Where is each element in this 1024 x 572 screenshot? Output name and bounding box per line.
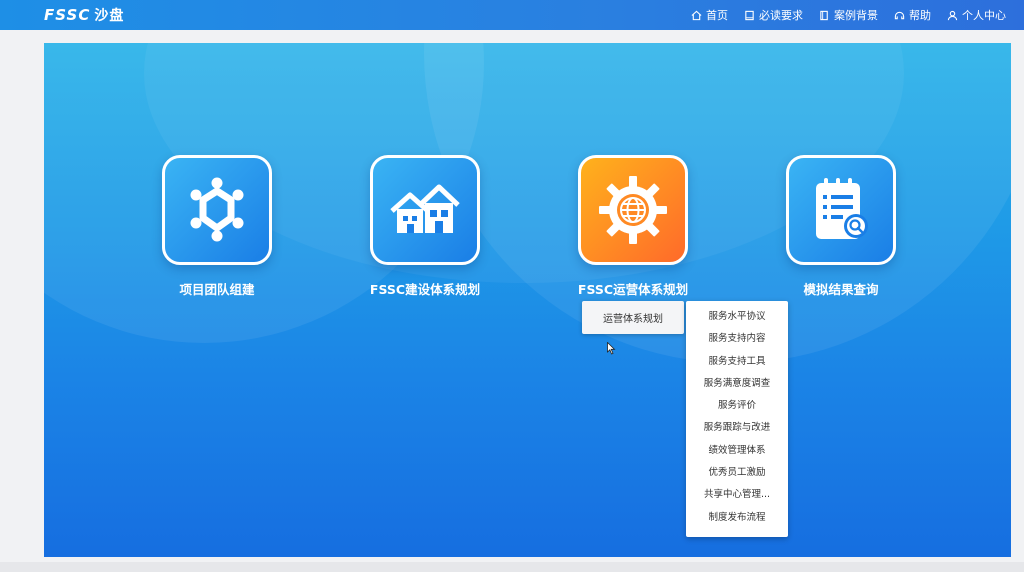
main-stage: 项目团队组建 FSSC建设体系规划 FSSC运营体系规划 模拟结果查询 运营体系… [44,43,1011,557]
menu-item-service-support-content[interactable]: 服务支持内容 [686,328,788,350]
bottom-bar [0,562,1024,572]
nav-help-label: 帮助 [909,9,931,22]
main-nav: 首页 必读要求 案例背景 帮助 个人中心 [691,7,1006,23]
tile-operation-system-planning[interactable] [578,155,688,265]
top-navigation-bar: FSSC 沙盘 首页 必读要求 案例背景 帮助 个人中心 [0,0,1024,30]
book-icon [820,10,828,20]
nav-case-background-label: 案例背景 [834,9,878,22]
user-icon [947,10,958,20]
nav-required-reading-label: 必读要求 [759,9,803,22]
menu-item-service-evaluation[interactable]: 服务评价 [686,395,788,417]
tile-simulation-results[interactable] [786,155,896,265]
tile-operation-system-planning-label[interactable]: FSSC运营体系规划 [553,279,713,298]
tile-build-system-planning[interactable] [370,155,480,265]
logo-subtext: 沙盘 [94,8,125,24]
menu-item-employee-incentive[interactable]: 优秀员工激励 [686,462,788,484]
submenu-operation-items: 服务水平协议 服务支持内容 服务支持工具 服务满意度调查 服务评价 服务跟踪与改… [686,301,788,537]
nav-help[interactable]: 帮助 [894,7,931,23]
nav-home[interactable]: 首页 [691,7,728,23]
menu-item-policy-release-process[interactable]: 制度发布流程 [686,507,788,529]
help-icon [894,11,905,19]
submenu-operation-planning-label: 运营体系规划 [603,314,663,325]
gear-globe-icon [599,176,667,244]
app-logo[interactable]: FSSC 沙盘 [44,5,124,25]
report-search-icon [816,178,868,239]
menu-item-satisfaction-survey[interactable]: 服务满意度调查 [686,373,788,395]
mouse-cursor-icon [607,342,616,355]
nav-personal-center-label: 个人中心 [962,9,1006,22]
menu-item-service-tracking[interactable]: 服务跟踪与改进 [686,417,788,439]
team-icon [190,177,244,242]
nav-case-background[interactable]: 案例背景 [819,7,878,23]
menu-item-service-level-agreement[interactable]: 服务水平协议 [686,306,788,328]
tile-team-building-label[interactable]: 项目团队组建 [137,279,297,298]
menu-item-service-support-tools[interactable]: 服务支持工具 [686,351,788,373]
tile-team-building[interactable] [162,155,272,265]
home-icon [691,10,702,20]
houses-icon [390,184,460,233]
logo-text: FSSC [44,6,91,24]
document-icon [745,10,754,20]
nav-personal-center[interactable]: 个人中心 [947,7,1006,23]
menu-item-performance-management[interactable]: 绩效管理体系 [686,440,788,462]
menu-item-shared-center-management[interactable]: 共享中心管理... [686,484,788,506]
tile-build-system-planning-label[interactable]: FSSC建设体系规划 [345,279,505,298]
nav-required-reading[interactable]: 必读要求 [744,7,803,23]
nav-home-label: 首页 [706,9,728,22]
tile-simulation-results-label[interactable]: 模拟结果查询 [761,279,921,298]
submenu-operation-planning[interactable]: 运营体系规划 [582,301,684,334]
